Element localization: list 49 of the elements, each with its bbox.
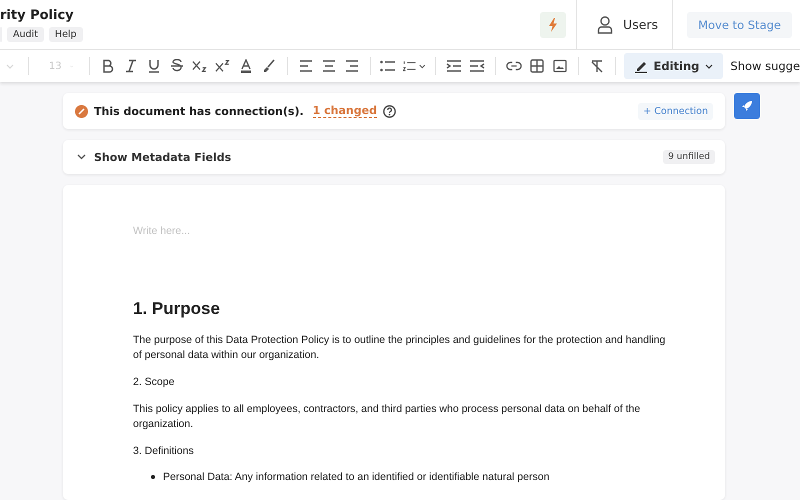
outdent-icon [469, 60, 485, 72]
section-heading: 1. Purpose [133, 299, 221, 319]
clear-formatting-icon [590, 59, 604, 73]
editor-placeholder: Write here... [133, 225, 191, 237]
paragraph: The purpose of this Data Protection Policy is to outline the principles and guidelines for the protection and handling of personal data within our organization. [133, 333, 666, 363]
link-badge-icon [75, 104, 88, 118]
table-icon [530, 59, 544, 73]
italic-icon [124, 59, 138, 73]
rocket-icon [741, 100, 753, 112]
superscript-icon [214, 59, 231, 73]
bullet-item-text: Personal Data: Any information related to an identified or identifiable natural person [163, 471, 550, 483]
users-button[interactable]: Users [577, 0, 672, 49]
connection-message: This document has connection(s). [94, 104, 304, 118]
indent-icon [446, 60, 462, 72]
bullet-icon [151, 475, 155, 479]
link-icon [506, 60, 522, 72]
bold-icon [100, 59, 115, 73]
underline-icon [146, 59, 161, 73]
paragraph: This policy applies to all employees, contractors, and third parties who process personal data on behalf of the organization. [133, 402, 642, 432]
add-connection-button[interactable]: + Connection [638, 102, 713, 120]
lightning-icon [548, 18, 558, 32]
document-title: rity Policy [0, 8, 75, 22]
menu-button[interactable]: Help [48, 26, 83, 42]
chevron-down-icon [705, 64, 714, 68]
paragraph: 2. Scope [133, 375, 176, 390]
bullet-list-icon [380, 60, 396, 72]
document-editor[interactable] [63, 185, 725, 500]
metadata-panel[interactable]: Show Metadata Fields 9 unfilled [63, 140, 725, 174]
rocket-button[interactable] [734, 93, 760, 119]
menu-button[interactable]: Audit [7, 26, 44, 42]
help-icon[interactable] [382, 104, 396, 118]
align-icon [298, 60, 313, 72]
editing-mode-dropdown[interactable]: Editing [624, 53, 724, 79]
metadata-toggle-label: Show Metadata Fields [94, 150, 232, 164]
numbered-list-icon [403, 60, 426, 72]
brush-icon [262, 59, 276, 73]
paragraph: 3. Definitions [133, 444, 195, 459]
chevron-down-icon [6, 64, 14, 68]
align-icon [322, 60, 336, 72]
text-color-icon [238, 59, 253, 73]
strikethrough-icon [170, 59, 184, 73]
align-icon [344, 60, 359, 72]
show-suggestions-button[interactable]: Show sugge [730, 59, 800, 73]
unfilled-count: 9 unfilled [663, 150, 715, 164]
user-icon [597, 16, 614, 34]
subscript-icon [192, 59, 208, 73]
pencil-icon [634, 59, 648, 73]
bolt-button[interactable] [540, 12, 566, 38]
image-icon [552, 59, 567, 73]
